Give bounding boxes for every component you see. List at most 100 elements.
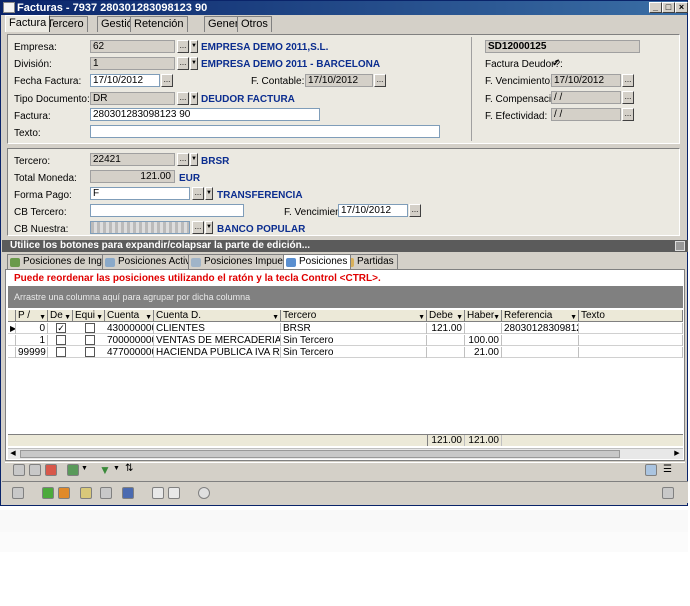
row-selector[interactable] bbox=[8, 347, 16, 358]
cell-de-checkbox[interactable]: ✓ bbox=[56, 323, 66, 333]
cell-debe[interactable]: 121.00 bbox=[427, 323, 465, 334]
scroll-thumb[interactable] bbox=[20, 450, 620, 458]
cell-equi-checkbox[interactable] bbox=[85, 347, 95, 357]
cell-cuenta[interactable]: 7000000000 bbox=[105, 335, 154, 346]
red-action-icon[interactable] bbox=[45, 464, 57, 476]
cell-equi-checkbox[interactable] bbox=[85, 323, 95, 333]
tipo-documento-field[interactable]: DR bbox=[90, 92, 175, 105]
scroll-right-icon[interactable]: ▶ bbox=[672, 449, 682, 459]
fecha-contable-calendar-button[interactable]: ... bbox=[374, 74, 386, 87]
cell-cuenta-d[interactable]: VENTAS DE MERCADERIAS bbox=[154, 335, 281, 346]
forma-pago-field[interactable]: F bbox=[90, 187, 190, 200]
help-icon[interactable] bbox=[198, 487, 210, 499]
cell-referencia[interactable]: 280301283098123 90 bbox=[502, 323, 579, 334]
forma-pago-dropdown[interactable]: ▼ bbox=[205, 187, 213, 200]
tab-retencion-acreedor[interactable]: Retención Acreedor bbox=[130, 16, 188, 45]
fecha-factura-calendar-button[interactable]: ... bbox=[161, 74, 173, 87]
maximize-button[interactable]: □ bbox=[662, 2, 675, 13]
filter-icon[interactable]: ▼ bbox=[99, 463, 111, 477]
f-compensacion-field[interactable]: / / bbox=[551, 91, 621, 104]
minimize-button[interactable]: _ bbox=[649, 2, 662, 13]
column-header-cuenta[interactable]: Cuenta ▼ bbox=[105, 310, 154, 322]
column-header-haber[interactable]: Haber ▼ bbox=[465, 310, 502, 322]
factura-deudor-checkbox[interactable]: ✓ bbox=[552, 58, 560, 69]
filter-arrow-icon[interactable]: ▼ bbox=[570, 312, 577, 321]
filter-arrow-icon[interactable]: ▼ bbox=[145, 312, 152, 321]
cell-cuenta[interactable]: 4300000000 bbox=[105, 323, 154, 334]
cb-nuestra-dropdown[interactable]: ▼ bbox=[205, 221, 213, 234]
cell-referencia[interactable] bbox=[502, 335, 579, 346]
expand-collapse-bar[interactable]: Utilice los botones para expandir/colaps… bbox=[2, 240, 688, 252]
columns-menu-icon[interactable]: ☰ bbox=[663, 464, 672, 475]
tercero-dropdown[interactable]: ▼ bbox=[190, 153, 198, 166]
cell-p[interactable]: 0 bbox=[16, 323, 48, 334]
cell-p[interactable]: 1 bbox=[16, 335, 48, 346]
cell-debe[interactable] bbox=[427, 347, 465, 358]
close-button[interactable]: × bbox=[675, 2, 688, 13]
filter-arrow-icon[interactable]: ▼ bbox=[96, 312, 103, 321]
cb-nuestra-field[interactable] bbox=[90, 221, 190, 234]
column-header-debe[interactable]: Debe ▼ bbox=[427, 310, 465, 322]
column-header-p[interactable]: P / ▼ bbox=[16, 310, 48, 322]
collapse-icon[interactable] bbox=[675, 241, 685, 251]
delete-row-icon[interactable] bbox=[29, 464, 41, 476]
column-header-cuenta-d[interactable]: Cuenta D. ▼ bbox=[154, 310, 281, 322]
tipo-documento-lookup-button[interactable]: ... bbox=[177, 92, 189, 105]
cell-cuenta[interactable]: 4770000001 bbox=[105, 347, 154, 358]
filter-arrow-icon[interactable]: ▼ bbox=[272, 312, 279, 321]
cell-tercero[interactable]: Sin Tercero bbox=[281, 347, 427, 358]
cell-cuenta-d[interactable]: CLIENTES bbox=[154, 323, 281, 334]
cell-texto[interactable] bbox=[579, 335, 683, 346]
f-efectividad-calendar-button[interactable]: ... bbox=[622, 108, 634, 121]
filter-arrow-icon[interactable]: ▼ bbox=[418, 312, 425, 321]
fecha-factura-field[interactable]: 17/10/2012 bbox=[90, 74, 160, 87]
cell-haber[interactable]: 21.00 bbox=[465, 347, 502, 358]
view-icon[interactable] bbox=[122, 487, 134, 499]
table-row[interactable]: 1 7000000000 VENTAS DE MERCADERIAS Sin T… bbox=[8, 335, 683, 346]
fecha-contable-field[interactable]: 17/10/2012 bbox=[305, 74, 373, 87]
forma-pago-lookup-button[interactable]: ... bbox=[192, 187, 204, 200]
toolbar-options-icon[interactable] bbox=[662, 487, 674, 499]
column-header-texto[interactable]: Texto bbox=[579, 310, 683, 322]
tipo-documento-dropdown[interactable]: ▼ bbox=[190, 92, 198, 105]
tab-otros[interactable]: Otros bbox=[237, 16, 272, 32]
cell-equi-checkbox[interactable] bbox=[85, 335, 95, 345]
add-row-icon[interactable] bbox=[13, 464, 25, 476]
vencimiento-field[interactable]: 17/10/2012 bbox=[338, 204, 408, 217]
filter-dropdown-icon[interactable]: ▼ bbox=[113, 465, 120, 472]
column-header-equi[interactable]: Equi ▼ bbox=[73, 310, 105, 322]
document-icon[interactable] bbox=[168, 487, 180, 499]
cell-de-checkbox[interactable] bbox=[56, 335, 66, 345]
copy-icon[interactable] bbox=[100, 487, 112, 499]
filter-arrow-icon[interactable]: ▼ bbox=[493, 312, 500, 321]
export-icon[interactable] bbox=[67, 464, 79, 476]
tercero-lookup-button[interactable]: ... bbox=[177, 153, 189, 166]
cb-tercero-field[interactable] bbox=[90, 204, 244, 217]
empresa-field[interactable]: 62 bbox=[90, 40, 175, 53]
cancel-icon[interactable] bbox=[58, 487, 70, 499]
cell-tercero[interactable]: BRSR bbox=[281, 323, 427, 334]
cell-cuenta-d[interactable]: HACIENDA PÚBLICA IVA REPERCL bbox=[154, 347, 281, 358]
f-vencimiento-field[interactable]: 17/10/2012 bbox=[551, 74, 621, 87]
cell-referencia[interactable] bbox=[502, 347, 579, 358]
empresa-lookup-button[interactable]: ... bbox=[177, 40, 189, 53]
cb-nuestra-lookup-button[interactable]: ... bbox=[192, 221, 204, 234]
texto-field[interactable] bbox=[90, 125, 440, 138]
attach-icon[interactable] bbox=[152, 487, 164, 499]
filter-arrow-icon[interactable]: ▼ bbox=[64, 312, 71, 321]
factura-field[interactable]: 280301283098123 90 bbox=[90, 108, 320, 121]
group-by-area[interactable]: Arrastre una columna aquí para agrupar p… bbox=[8, 286, 683, 308]
column-header-tercero[interactable]: Tercero ▼ bbox=[281, 310, 427, 322]
division-lookup-button[interactable]: ... bbox=[177, 57, 189, 70]
export-dropdown-icon[interactable]: ▼ bbox=[81, 465, 88, 472]
column-header-referencia[interactable]: Referencia ▼ bbox=[502, 310, 579, 322]
vencimiento-calendar-button[interactable]: ... bbox=[409, 204, 421, 217]
filter-arrow-icon[interactable]: ▼ bbox=[39, 312, 46, 321]
row-selector[interactable] bbox=[8, 335, 16, 346]
cell-haber[interactable] bbox=[465, 323, 502, 334]
table-row[interactable]: 99999 4770000001 HACIENDA PÚBLICA IVA RE… bbox=[8, 347, 683, 358]
table-row[interactable]: ▶ 0 ✓ 4300000000 CLIENTES BRSR 121.00 28… bbox=[8, 323, 683, 334]
f-vencimiento-calendar-button[interactable]: ... bbox=[622, 74, 634, 87]
column-header-de[interactable]: De ▼ bbox=[48, 310, 73, 322]
cell-debe[interactable] bbox=[427, 335, 465, 346]
